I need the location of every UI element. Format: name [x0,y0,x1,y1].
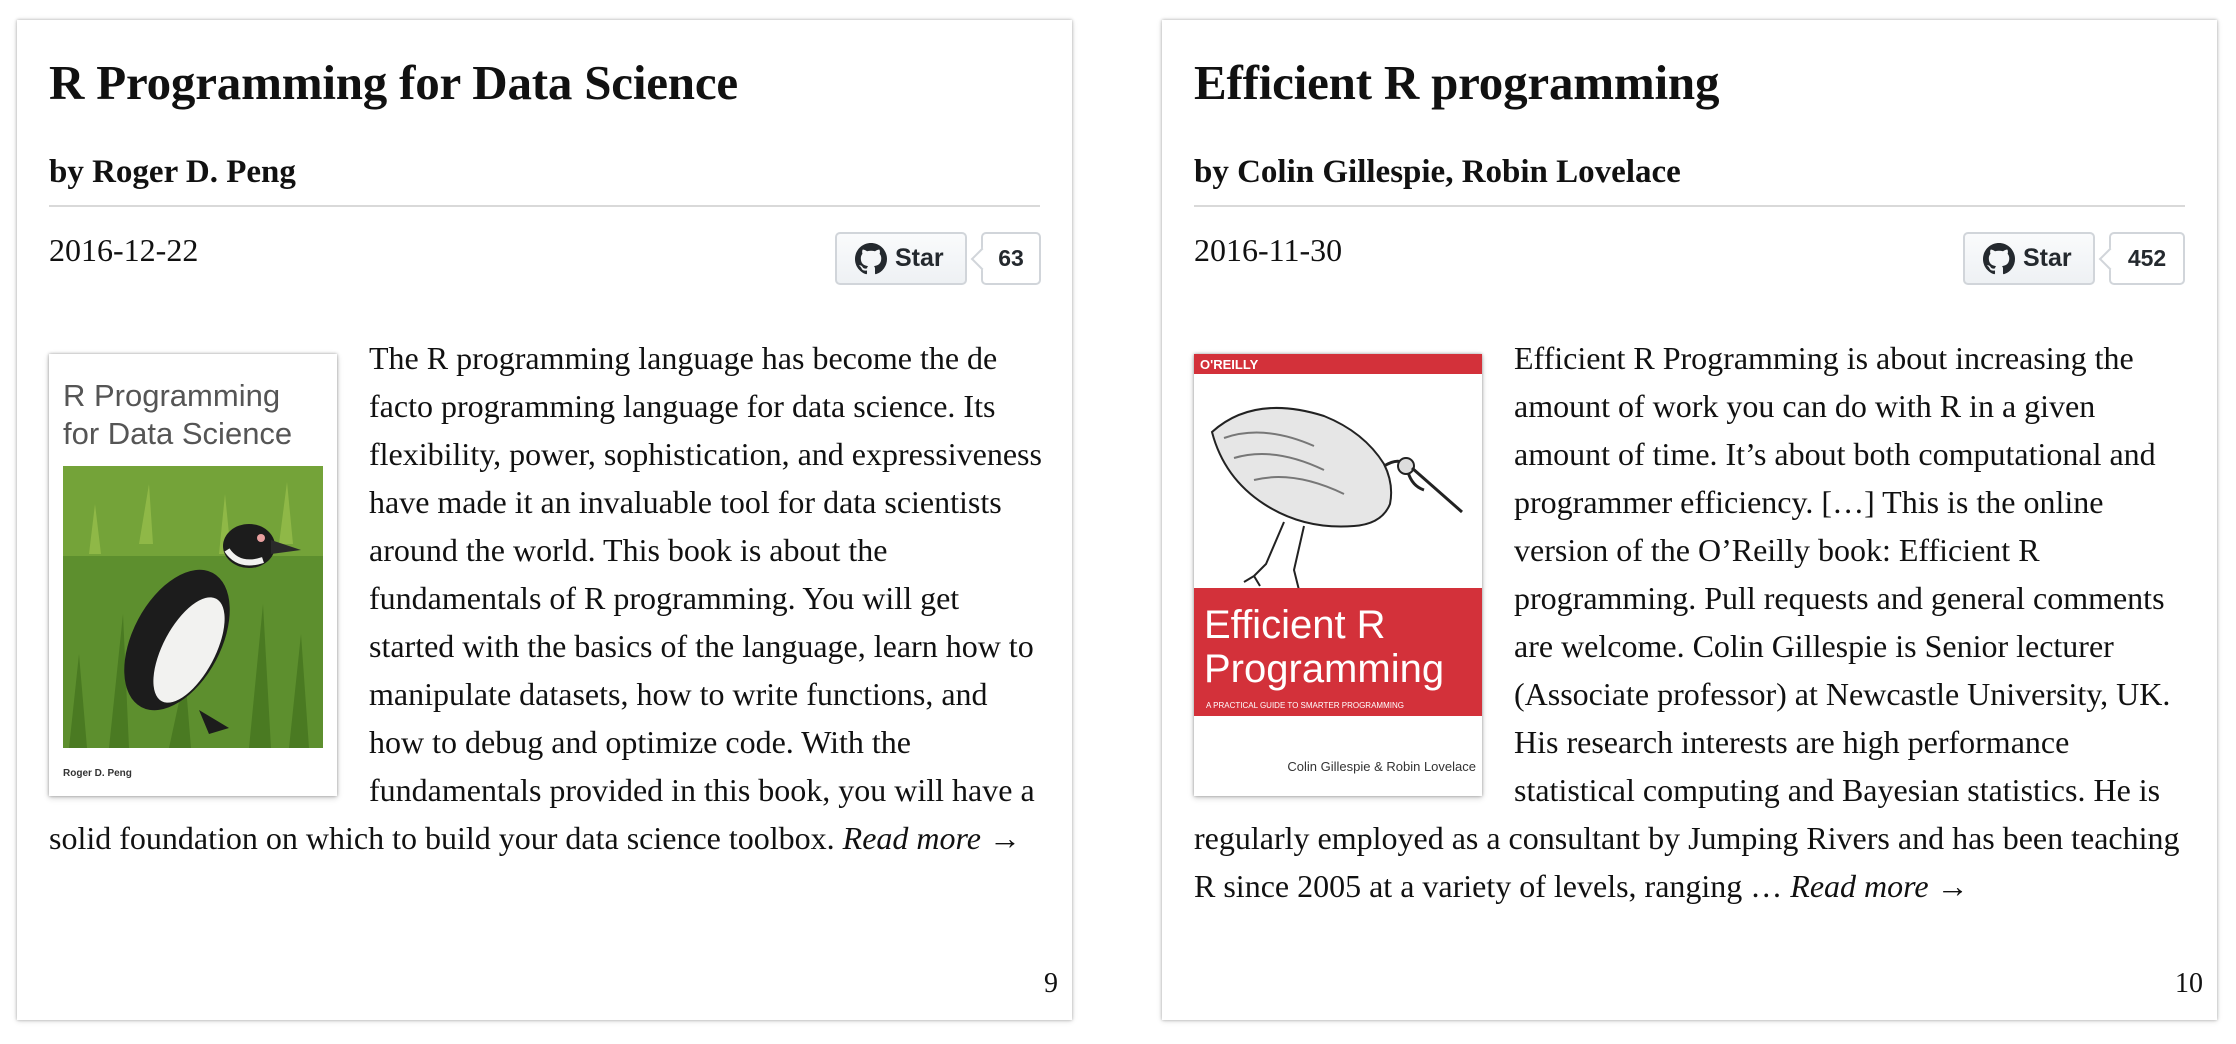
book-cover-image[interactable]: O'REILLY Efficient R Programming A PRACT… [1194,354,1482,796]
cover-title-line1: Efficient R [1204,603,1386,647]
book-description-block: R Programming for Data Science Roger D. … [49,334,1049,862]
github-star-button[interactable]: Star [835,232,967,285]
cover-author: Colin Gillespie & Robin Lovelace [1287,759,1476,774]
cover-author: Roger D. Peng [63,768,132,779]
star-count[interactable]: 452 [2109,232,2185,285]
page-number: 9 [1044,968,1058,999]
book-cover-image[interactable]: R Programming for Data Science Roger D. … [49,354,337,796]
publish-date: 2016-11-30 [1194,232,1343,268]
book-card: R Programming for Data Science by Roger … [17,20,1072,1020]
star-label: Star [895,244,944,272]
github-icon [1983,242,2015,274]
cover-subtitle: A PRACTICAL GUIDE TO SMARTER PROGRAMMING [1206,701,1404,710]
book-title[interactable]: R Programming for Data Science [49,54,738,111]
book-title[interactable]: Efficient R programming [1194,54,1719,111]
cover-title-line2: for Data Science [63,416,292,451]
book-card: Efficient R programming by Colin Gillesp… [1162,20,2217,1020]
read-more-link[interactable]: Read more → [1790,868,1968,904]
book-author: by Roger D. Peng [49,154,296,190]
divider [49,205,1040,207]
github-star-button[interactable]: Star [1963,232,2095,285]
book-description-block: O'REILLY Efficient R Programming A PRACT… [1194,334,2194,910]
book-cover-art: R Programming for Data Science Roger D. … [49,354,337,796]
star-label: Star [2023,244,2072,272]
divider [1194,205,2185,207]
read-more-link[interactable]: Read more → [843,820,1021,856]
github-icon [855,242,887,274]
cover-publisher: O'REILLY [1200,357,1259,372]
page-number: 10 [2175,968,2203,999]
cover-title-line1: R Programming [63,378,280,413]
cover-title-line2: Programming [1204,647,1444,691]
book-author: by Colin Gillespie, Robin Lovelace [1194,154,1681,190]
publish-date: 2016-12-22 [49,232,199,268]
book-cover-art: O'REILLY Efficient R Programming A PRACT… [1194,354,1482,796]
star-count[interactable]: 63 [981,232,1041,285]
